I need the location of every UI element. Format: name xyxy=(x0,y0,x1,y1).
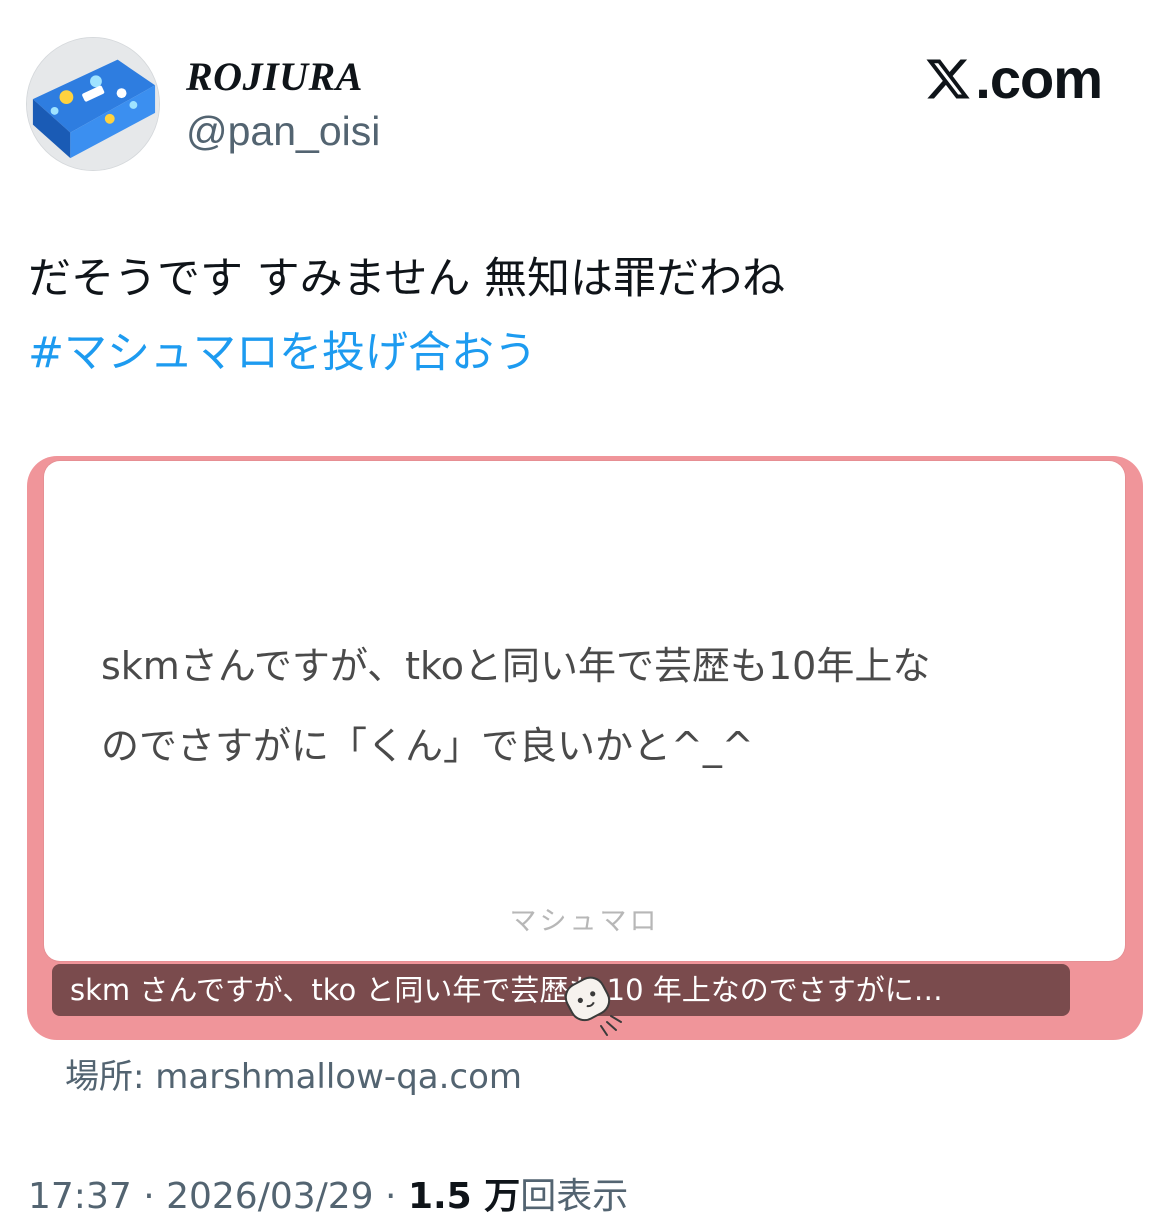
card-source: 場所: marshmallow-qa.com xyxy=(65,1054,522,1100)
source-label: 場所: xyxy=(65,1057,156,1097)
tweet-meta: 17:37 · 2026/03/29 · 1.5 万回表示 xyxy=(28,1172,628,1222)
hashtag-link[interactable]: #マシュマロを投げ合おう xyxy=(28,322,537,384)
question-line: skmさんですが、tkoと同い年で芸歴も10年上な xyxy=(101,644,931,688)
candy-box-avatar-icon xyxy=(27,38,159,170)
card-image: skmさんですが、tkoと同い年で芸歴も10年上な のでさすがに「くん」で良いか… xyxy=(44,461,1125,961)
marshmallow-brand-label: マシュマロ xyxy=(509,906,660,937)
question-text: skmさんですが、tkoと同い年で芸歴も10年上な のでさすがに「くん」で良いか… xyxy=(101,626,1081,786)
views-label: 回表示 xyxy=(520,1176,629,1217)
tweet-date[interactable]: 2026/03/29 xyxy=(166,1176,374,1217)
tweet-text: だそうです すみません 無知は罪だわね xyxy=(28,254,786,304)
question-line: のでさすがに「くん」で良いかと^_^ xyxy=(101,724,754,768)
marshmallow-mascot-icon xyxy=(555,964,629,1038)
views-count: 1.5 万 xyxy=(407,1176,521,1217)
x-com-brand: .com xyxy=(922,47,1103,110)
display-name[interactable]: ROJIURA xyxy=(186,52,363,102)
meta-separator: · xyxy=(373,1176,408,1217)
source-domain-link[interactable]: marshmallow-qa.com xyxy=(155,1057,522,1097)
user-handle[interactable]: @pan_oisi xyxy=(186,106,380,156)
tweet-time[interactable]: 17:37 xyxy=(28,1176,132,1217)
link-card[interactable]: skmさんですが、tkoと同い年で芸歴も10年上な のでさすがに「くん」で良いか… xyxy=(27,456,1143,1040)
avatar[interactable] xyxy=(26,37,160,171)
x-logo-icon xyxy=(926,59,970,99)
brand-domain-text: .com xyxy=(975,47,1103,110)
meta-separator: · xyxy=(131,1176,167,1217)
